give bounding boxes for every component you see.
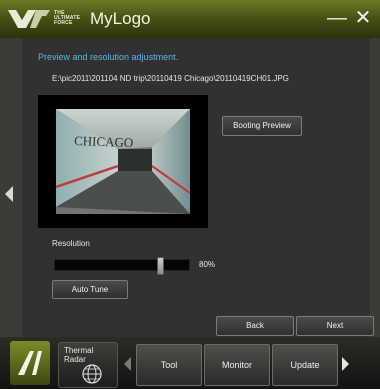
dock-tab-monitor[interactable]: Monitor	[204, 344, 270, 386]
photo-caption: CHICAGO	[74, 133, 134, 150]
back-button[interactable]: Back	[216, 316, 294, 336]
tuf-logo-icon	[8, 10, 50, 28]
dock-tab-tool[interactable]: Tool	[136, 344, 202, 386]
minimize-button[interactable]: —	[326, 8, 348, 28]
title-bar[interactable]: THE ULTIMATE FORCE MyLogo — ✕	[0, 0, 380, 39]
mylogo-window: THE ULTIMATE FORCE MyLogo — ✕ Preview an…	[0, 0, 380, 389]
ai-suite-logo-icon[interactable]	[10, 341, 50, 385]
thermal-radar-label: Thermal Radar	[64, 346, 94, 364]
close-button[interactable]: ✕	[352, 8, 374, 28]
resolution-slider[interactable]	[54, 257, 190, 275]
dock-scroll-right-icon[interactable]	[342, 357, 349, 371]
content-panel: Preview and resolution adjustment. E:\pi…	[22, 38, 374, 338]
file-path: E:\pic2011\201104 ND trip\20110419 Chica…	[52, 74, 289, 83]
auto-tune-button[interactable]: Auto Tune	[52, 280, 128, 299]
resolution-label: Resolution	[52, 239, 90, 248]
thermal-radar-button[interactable]: Thermal Radar	[58, 342, 118, 388]
dock-scroll-left-icon[interactable]	[124, 357, 131, 371]
right-rail	[370, 38, 380, 337]
left-rail	[0, 38, 22, 337]
preview-photo: CHICAGO	[56, 109, 190, 214]
previous-arrow-icon[interactable]	[5, 186, 13, 202]
logo-text: THE ULTIMATE FORCE	[54, 11, 80, 26]
app-title: MyLogo	[90, 9, 151, 28]
resolution-value: 80%	[199, 260, 216, 269]
booting-preview-button[interactable]: Booting Preview	[222, 116, 302, 136]
radar-globe-icon	[82, 364, 102, 384]
resolution-slider-thumb[interactable]	[157, 257, 164, 275]
panel-heading: Preview and resolution adjustment.	[38, 52, 179, 62]
ai-suite-glyph-icon	[18, 351, 42, 375]
image-preview: CHICAGO	[38, 95, 208, 228]
next-button[interactable]: Next	[296, 316, 374, 336]
dock-tab-update[interactable]: Update	[272, 344, 338, 386]
logo-text-line-3: FORCE	[54, 20, 73, 26]
